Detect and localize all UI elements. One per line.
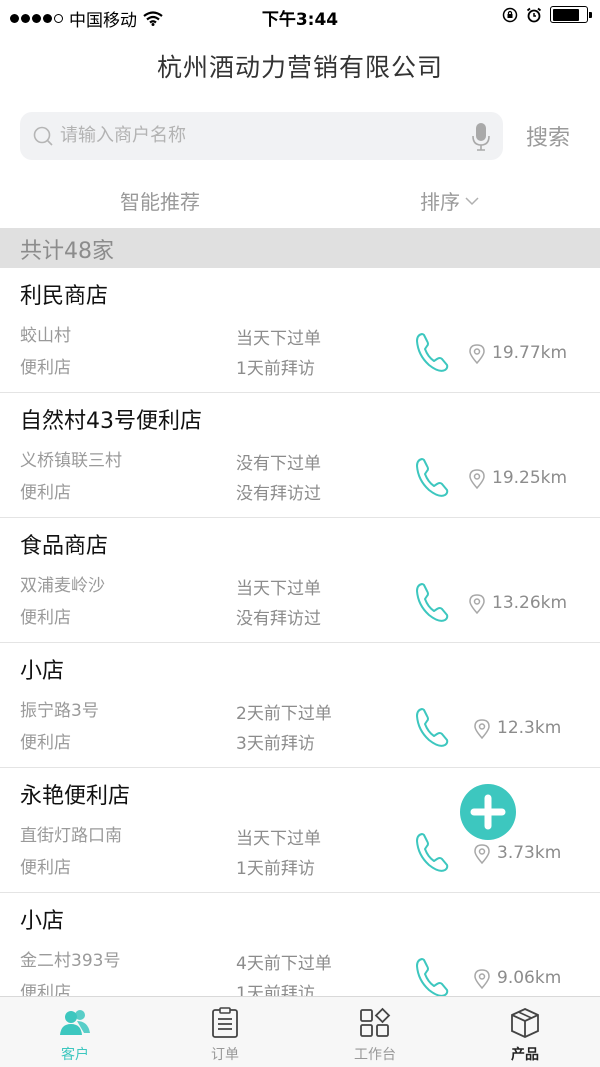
page-title: 杭州酒动力营销有限公司	[156, 53, 443, 82]
sort-label: 排序	[420, 190, 460, 214]
search-icon	[33, 126, 53, 146]
store-name: 小店	[20, 659, 65, 684]
store-distance: 12.3km	[497, 718, 562, 738]
store-list-item[interactable]: 自然村43号便利店义桥镇联三村 便利店 没有下过单没有拜访过 19.25km	[0, 393, 600, 518]
store-type: 便利店	[20, 983, 71, 996]
search-button[interactable]: 搜索	[526, 120, 570, 152]
store-name: 食品商店	[20, 534, 109, 559]
tab-workbench[interactable]: 工作台	[300, 997, 450, 1067]
phone-icon[interactable]	[414, 331, 450, 373]
smart-recommend-filter[interactable]: 智能推荐	[120, 186, 200, 215]
workbench-icon	[360, 1007, 391, 1037]
store-type: 便利店	[20, 483, 71, 503]
store-address: 义桥镇联三村	[20, 451, 122, 471]
store-distance: 13.26km	[492, 593, 568, 613]
customers-icon	[60, 1010, 90, 1035]
tab-products[interactable]: 产品	[450, 997, 600, 1067]
sort-filter[interactable]: 排序	[420, 186, 480, 215]
phone-icon[interactable]	[414, 831, 450, 873]
plus-icon	[470, 794, 506, 830]
visit-status: 没有拜访过	[236, 609, 321, 629]
phone-icon[interactable]	[414, 581, 450, 623]
phone-icon[interactable]	[414, 956, 450, 996]
orders-icon	[212, 1007, 238, 1038]
add-store-button[interactable]	[460, 784, 516, 840]
tab-label: 订单	[211, 1047, 239, 1063]
location-pin-icon	[469, 594, 485, 615]
tab-orders[interactable]: 订单	[150, 997, 300, 1067]
status-right	[502, 6, 592, 23]
tab-label: 工作台	[354, 1047, 396, 1063]
visit-status: 1天前拜访	[236, 359, 315, 379]
visit-status: 3天前拜访	[236, 734, 315, 754]
order-status: 4天前下过单	[236, 954, 332, 974]
order-status: 2天前下过单	[236, 704, 332, 724]
store-list-item[interactable]: 利民商店蛟山村便利店 当天下过单 1天前拜访 19.77km	[0, 268, 600, 393]
order-status: 没有下过单	[236, 454, 321, 474]
store-address: 蛟山村	[20, 326, 71, 346]
products-icon	[511, 1008, 539, 1038]
status-bar: 中国移动 下午3:44	[0, 0, 600, 32]
location-pin-icon	[469, 469, 485, 490]
store-name: 自然村43号便利店	[20, 409, 202, 434]
store-distance: 3.73km	[497, 843, 562, 863]
order-status: 当天下过单	[236, 579, 321, 599]
visit-status: 1天前拜访	[236, 984, 315, 996]
store-name: 永艳便利店	[20, 784, 131, 809]
store-count: 共计48家	[20, 239, 114, 264]
search-input[interactable]	[60, 112, 460, 160]
store-type: 便利店	[20, 358, 71, 378]
orientation-lock-icon	[502, 7, 518, 22]
order-status: 当天下过单	[236, 829, 321, 849]
location-pin-icon	[474, 719, 490, 740]
order-status: 当天下过单	[236, 329, 321, 349]
visit-status: 1天前拜访	[236, 859, 315, 879]
store-distance: 9.06km	[497, 968, 562, 988]
store-name: 小店	[20, 909, 65, 934]
store-address: 金二村393号	[20, 951, 121, 971]
chevron-down-icon	[465, 196, 479, 205]
store-type: 便利店	[20, 858, 71, 878]
tab-label: 客户	[61, 1047, 89, 1063]
tab-bar: 客户 订单 工作台 产品	[0, 996, 600, 1067]
tab-customers[interactable]: 客户	[0, 997, 150, 1067]
search-box[interactable]	[20, 112, 503, 160]
store-address: 双浦麦岭沙	[20, 576, 105, 596]
microphone-icon[interactable]	[471, 122, 491, 152]
store-address: 直街灯路口南	[20, 826, 122, 846]
store-distance: 19.77km	[492, 343, 568, 363]
battery-icon	[550, 6, 592, 23]
store-count-bar: 共计48家	[0, 228, 600, 268]
tab-label: 产品	[511, 1047, 539, 1063]
phone-icon[interactable]	[414, 706, 450, 748]
location-pin-icon	[469, 344, 485, 365]
store-list-item[interactable]: 小店振宁路3号便利店 2天前下过单 3天前拜访 12.3km	[0, 643, 600, 768]
location-pin-icon	[474, 844, 490, 865]
store-address: 振宁路3号	[20, 701, 99, 721]
visit-status: 没有拜访过	[236, 484, 321, 504]
store-list-item[interactable]: 小店金二村393号便利店 4天前下过单 1天前拜访 9.06km	[0, 893, 600, 996]
store-distance: 19.25km	[492, 468, 568, 488]
battery-level	[552, 8, 579, 21]
phone-icon[interactable]	[414, 456, 450, 498]
alarm-icon	[526, 7, 542, 22]
store-name: 利民商店	[20, 284, 109, 309]
store-type: 便利店	[20, 608, 71, 628]
store-list-item[interactable]: 食品商店双浦麦岭沙便利店 当天下过单没有拜访过 13.26km	[0, 518, 600, 643]
location-pin-icon	[474, 969, 490, 990]
store-list: 利民商店 蛟山村 便利店 当天下过单 1天前拜访 19.77km 自然村43号便利店 义桥镇联…	[0, 268, 600, 996]
filter-row: 智能推荐 排序	[0, 184, 600, 220]
store-type: 便利店	[20, 733, 71, 753]
